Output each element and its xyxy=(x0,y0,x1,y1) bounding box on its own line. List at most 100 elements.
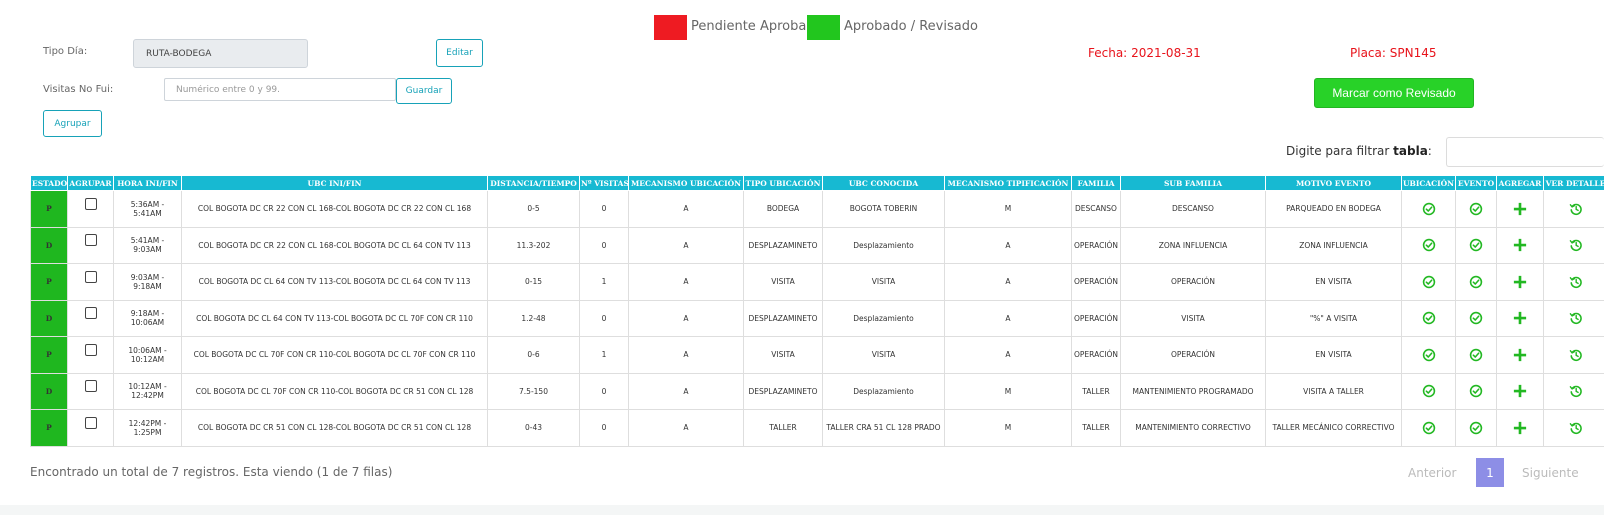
column-header[interactable]: MECANISMO TIPIFICACIÓN xyxy=(944,175,1072,191)
column-header[interactable]: UBICACIÓN xyxy=(1401,175,1456,191)
agregar-cell xyxy=(1496,263,1544,301)
sub-familia-cell: ZONA INFLUENCIA xyxy=(1120,226,1266,264)
hora-cell: 10:06AM - 10:12AM xyxy=(113,336,182,374)
evento-cell xyxy=(1455,299,1497,337)
visitas-no-fui-input[interactable] xyxy=(164,78,396,101)
tipo-ubicacion-cell: VISITA xyxy=(743,336,823,374)
table-row: D 5:41AM - 9:03AM COL BOGOTA DC CR 22 CON … xyxy=(30,226,1604,264)
column-header[interactable]: SUB FAMILIA xyxy=(1120,175,1266,191)
check-circle-icon[interactable] xyxy=(1422,385,1436,398)
visitas-cell: 1 xyxy=(579,263,629,301)
agregar-cell xyxy=(1496,372,1544,410)
column-header[interactable]: VER DETALLE xyxy=(1543,175,1604,191)
motivo-evento-cell: PARQUEADO EN BODEGA xyxy=(1265,190,1402,228)
plus-icon[interactable] xyxy=(1513,275,1527,288)
history-icon[interactable] xyxy=(1569,422,1583,434)
column-header[interactable]: UBC INI/FIN xyxy=(181,175,488,191)
ver-detalle-cell xyxy=(1543,409,1604,447)
column-header[interactable]: AGRUPAR xyxy=(67,175,114,191)
placa-value: SPN145 xyxy=(1389,46,1437,60)
plus-icon[interactable] xyxy=(1513,385,1527,398)
column-header[interactable]: MOTIVO EVENTO xyxy=(1265,175,1402,191)
pagination-previous[interactable]: Anterior xyxy=(1408,466,1456,480)
pagination-next[interactable]: Siguiente xyxy=(1522,466,1579,480)
agrupar-checkbox[interactable] xyxy=(84,270,97,283)
check-circle-icon[interactable] xyxy=(1422,275,1436,288)
check-circle-icon[interactable] xyxy=(1422,312,1436,325)
hora-cell: 5:36AM - 5:41AM xyxy=(113,190,182,228)
agrupar-checkbox[interactable] xyxy=(84,307,97,320)
motivo-evento-cell: TALLER MECÁNICO CORRECTIVO xyxy=(1265,409,1402,447)
distancia-cell: 7.5-150 xyxy=(487,372,580,410)
history-icon[interactable] xyxy=(1569,240,1583,252)
editar-button[interactable]: Editar xyxy=(436,39,483,67)
column-header[interactable]: MECANISMO UBICACIÓN xyxy=(628,175,744,191)
estado-badge: D xyxy=(30,372,68,410)
plus-icon[interactable] xyxy=(1513,312,1527,325)
check-circle-icon[interactable] xyxy=(1469,202,1483,215)
check-circle-icon[interactable] xyxy=(1422,421,1436,434)
mecanismo-tipificacion-cell: M xyxy=(944,409,1072,447)
tipo-dia-label: Tipo Día: xyxy=(43,46,88,57)
history-icon[interactable] xyxy=(1569,313,1583,325)
agrupar-checkbox[interactable] xyxy=(84,416,97,429)
plus-icon[interactable] xyxy=(1513,421,1527,434)
familia-cell: OPERACIÓN xyxy=(1071,226,1121,264)
familia-cell: OPERACIÓN xyxy=(1071,263,1121,301)
column-header[interactable]: DISTANCIA/TIEMPO xyxy=(487,175,580,191)
agrupar-checkbox[interactable] xyxy=(84,343,97,356)
tipo-ubicacion-cell: DESPLAZAMINETO xyxy=(743,226,823,264)
check-circle-icon[interactable] xyxy=(1422,202,1436,215)
ubicacion-cell xyxy=(1401,372,1456,410)
table-row: P 9:03AM - 9:18AM COL BOGOTA DC CL 64 CON … xyxy=(30,263,1604,301)
check-circle-icon[interactable] xyxy=(1469,421,1483,434)
check-circle-icon[interactable] xyxy=(1469,385,1483,398)
column-header[interactable]: HORA INI/FIN xyxy=(113,175,182,191)
agrupar-button[interactable]: Agrupar xyxy=(43,110,102,137)
check-circle-icon[interactable] xyxy=(1469,239,1483,252)
check-circle-icon[interactable] xyxy=(1469,275,1483,288)
marcar-revisado-button[interactable]: Marcar como Revisado xyxy=(1314,78,1474,108)
placa-label: Placa: xyxy=(1350,46,1386,60)
sub-familia-cell: MANTENIMIENTO PROGRAMADO xyxy=(1120,372,1266,410)
table-row: D 9:18AM - 10:06AM COL BOGOTA DC CL 64 CON… xyxy=(30,299,1604,337)
history-icon[interactable] xyxy=(1569,276,1583,288)
history-icon[interactable] xyxy=(1569,386,1583,398)
filter-input[interactable] xyxy=(1446,137,1604,167)
column-header[interactable]: Nº VISITAS xyxy=(579,175,629,191)
column-header[interactable]: EVENTO xyxy=(1455,175,1497,191)
agrupar-cell xyxy=(67,190,114,228)
visitas-cell: 0 xyxy=(579,409,629,447)
ver-detalle-cell xyxy=(1543,299,1604,337)
check-circle-icon[interactable] xyxy=(1422,239,1436,252)
history-icon[interactable] xyxy=(1569,203,1583,215)
hora-cell: 10:12AM - 12:42PM xyxy=(113,372,182,410)
check-circle-icon[interactable] xyxy=(1469,312,1483,325)
column-header[interactable]: AGREGAR xyxy=(1496,175,1544,191)
check-circle-icon[interactable] xyxy=(1422,348,1436,361)
pagination-page-1[interactable]: 1 xyxy=(1476,458,1504,487)
column-header[interactable]: TIPO UBICACIÓN xyxy=(743,175,823,191)
agrupar-cell xyxy=(67,336,114,374)
sub-familia-cell: VISITA xyxy=(1120,299,1266,337)
motivo-evento-cell: "%" A VISITA xyxy=(1265,299,1402,337)
ver-detalle-cell xyxy=(1543,226,1604,264)
familia-cell: OPERACIÓN xyxy=(1071,299,1121,337)
plus-icon[interactable] xyxy=(1513,348,1527,361)
column-header[interactable]: ESTADO xyxy=(30,175,68,191)
history-icon[interactable] xyxy=(1569,349,1583,361)
check-circle-icon[interactable] xyxy=(1469,348,1483,361)
estado-badge: P xyxy=(30,409,68,447)
plus-icon[interactable] xyxy=(1513,202,1527,215)
agrupar-checkbox[interactable] xyxy=(84,197,97,210)
evento-cell xyxy=(1455,226,1497,264)
mecanismo-ubicacion-cell: A xyxy=(628,372,744,410)
estado-badge: P xyxy=(30,336,68,374)
column-header[interactable]: FAMILIA xyxy=(1071,175,1121,191)
guardar-button[interactable]: Guardar xyxy=(396,78,452,104)
column-header[interactable]: UBC CONOCIDA xyxy=(822,175,945,191)
agrupar-checkbox[interactable] xyxy=(84,380,97,393)
agrupar-cell xyxy=(67,409,114,447)
agrupar-checkbox[interactable] xyxy=(84,234,97,247)
plus-icon[interactable] xyxy=(1513,239,1527,252)
